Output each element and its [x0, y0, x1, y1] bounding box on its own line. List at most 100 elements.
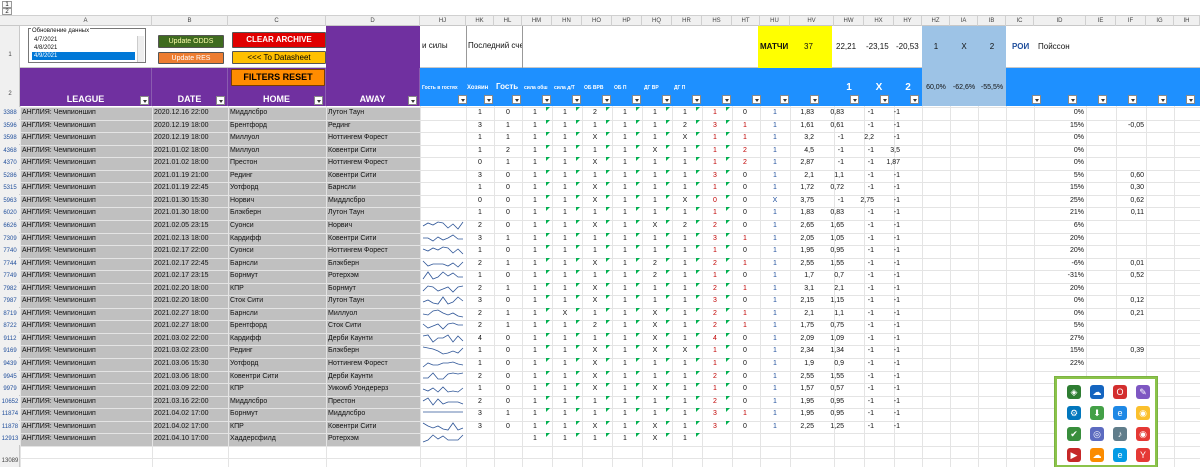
poisson-cell[interactable]: 0,11 — [1116, 207, 1146, 219]
chrome-icon[interactable]: ◉ — [1136, 406, 1150, 420]
away-goals-cell[interactable]: 1 — [494, 157, 522, 169]
result-2-cell[interactable]: -1 — [876, 408, 902, 420]
stat-cell[interactable]: 1 — [582, 207, 608, 219]
stat-cell[interactable]: 1 — [702, 132, 728, 144]
column-filter-button[interactable] — [1128, 95, 1137, 104]
roi-cell[interactable]: -31% — [1034, 270, 1086, 282]
stat-cell[interactable]: 1 — [612, 107, 638, 119]
roi-cell[interactable]: 27% — [1034, 333, 1086, 345]
home-team-cell[interactable]: Ковентри Сити — [230, 371, 326, 383]
stat-cell[interactable]: 1 — [732, 132, 758, 144]
date-cell[interactable]: 2021.04.02 17:00 — [154, 408, 228, 420]
pick-cell[interactable]: 1 — [760, 157, 790, 169]
roi-cell[interactable]: 0% — [1034, 308, 1086, 320]
roi-cell[interactable]: 5% — [1034, 170, 1086, 182]
odd-cell[interactable]: 2,1 — [790, 308, 816, 320]
stat-cell[interactable]: 1 — [552, 195, 578, 207]
column-header-hm[interactable]: HM — [522, 16, 552, 26]
league-cell[interactable]: АНГЛИЯ: Чемпионшип — [22, 157, 152, 169]
column-header-ib[interactable]: IB — [978, 16, 1006, 26]
date-cell[interactable]: 2021.02.13 18:00 — [154, 233, 228, 245]
league-cell[interactable]: АНГЛИЯ: Чемпионшип — [22, 320, 152, 332]
column-filter-button[interactable] — [1158, 95, 1167, 104]
table-row[interactable]: 9979 АНГЛИЯ: Чемпионшип 2021.03.09 22:00 КП… — [0, 383, 1200, 396]
away-goals-cell[interactable]: 0 — [494, 107, 522, 119]
league-cell[interactable]: АНГЛИЯ: Чемпионшип — [22, 170, 152, 182]
column-filter-button[interactable] — [632, 95, 641, 104]
stat-cell[interactable]: X — [642, 433, 668, 445]
odd-cell[interactable]: 4,5 — [790, 145, 816, 157]
table-row[interactable]: 9169 АНГЛИЯ: Чемпионшип 2021.03.02 23:00 Ре… — [0, 345, 1200, 358]
update-list-item-selected[interactable]: 4/9/2021 — [32, 52, 135, 60]
stat-cell[interactable]: X — [642, 345, 668, 357]
column-filter-button[interactable] — [910, 95, 919, 104]
away-goals-cell[interactable]: 0 — [494, 421, 522, 433]
stat-cell[interactable]: 0 — [732, 220, 758, 232]
result-x-cell[interactable]: -1 — [846, 233, 876, 245]
stat-cell[interactable]: 1 — [612, 132, 638, 144]
away-team-cell[interactable]: Борнмут — [328, 283, 420, 295]
edge-icon[interactable]: e — [1113, 406, 1127, 420]
stat-cell[interactable]: 1 — [672, 333, 698, 345]
home-team-cell[interactable]: Миддлсбро — [230, 396, 326, 408]
stat-cell[interactable]: 0 — [732, 345, 758, 357]
home-goals-cell[interactable]: 3 — [466, 295, 494, 307]
table-row[interactable]: 7982 АНГЛИЯ: Чемпионшип 2021.02.20 18:00 КП… — [0, 282, 1200, 296]
group-level-1-button[interactable]: 1 — [2, 1, 12, 8]
result-1-cell[interactable]: 1,15 — [816, 295, 846, 307]
stat-cell[interactable]: 1 — [642, 170, 668, 182]
table-row[interactable]: 5286 АНГЛИЯ: Чемпионшип 2021.01.19 21:00 Ре… — [0, 169, 1200, 183]
away-goals-cell[interactable]: 0 — [494, 170, 522, 182]
stat-cell[interactable]: 1 — [612, 120, 638, 132]
stat-cell[interactable]: 1 — [552, 120, 578, 132]
column-filter-button[interactable] — [850, 95, 859, 104]
update-date-listbox[interactable]: Обновление данных 4/7/2021 4/8/2021 4/9/… — [28, 28, 146, 63]
pick-cell[interactable]: 1 — [760, 345, 790, 357]
column-filter-button[interactable] — [458, 95, 467, 104]
roi-cell[interactable]: 0% — [1034, 295, 1086, 307]
column-header-hk[interactable]: HK — [466, 16, 494, 26]
edge-2-icon[interactable]: e — [1113, 448, 1127, 462]
odd-cell[interactable]: 1,95 — [790, 408, 816, 420]
result-1-cell[interactable]: 0,7 — [816, 270, 846, 282]
home-goals-cell[interactable]: 2 — [466, 258, 494, 270]
date-cell[interactable]: 2021.02.17 22:00 — [154, 245, 228, 257]
update-res-button[interactable]: Update RES — [158, 52, 224, 64]
stat-cell[interactable]: 0 — [732, 270, 758, 282]
date-cell[interactable]: 2021.02.20 18:00 — [154, 295, 228, 307]
result-x-cell[interactable]: -1 — [846, 107, 876, 119]
table-row[interactable]: 10652 АНГЛИЯ: Чемпионшип 2021.03.16 22:00 М… — [0, 395, 1200, 409]
table-row[interactable]: 3388 АНГЛИЯ: Чемпионшип 2020.12.16 22:00 Ми… — [0, 107, 1200, 120]
league-cell[interactable]: АНГЛИЯ: Чемпионшип — [22, 308, 152, 320]
away-goals-cell[interactable]: 1 — [494, 233, 522, 245]
stat-cell[interactable]: 1 — [522, 371, 548, 383]
result-x-cell[interactable]: -1 — [846, 120, 876, 132]
filters-reset-button[interactable]: FILTERS RESET — [231, 69, 325, 86]
stat-cell[interactable]: 1 — [582, 245, 608, 257]
stat-cell[interactable]: 1 — [702, 358, 728, 370]
stat-cell[interactable]: 1 — [612, 396, 638, 408]
column-header-hv[interactable]: HV — [790, 16, 834, 26]
odd-cell[interactable]: 2,55 — [790, 371, 816, 383]
result-2-cell[interactable]: -1 — [876, 396, 902, 408]
stat-cell[interactable]: 1 — [552, 182, 578, 194]
result-x-cell[interactable]: -1 — [846, 333, 876, 345]
group-level-2-button[interactable]: 2 — [2, 8, 12, 15]
stat-cell[interactable]: 1 — [582, 170, 608, 182]
league-cell[interactable]: АНГЛИЯ: Чемпионшип — [22, 421, 152, 433]
stat-cell[interactable]: X — [582, 220, 608, 232]
stat-cell[interactable]: 1 — [642, 233, 668, 245]
stat-cell[interactable]: 1 — [522, 120, 548, 132]
stat-cell[interactable]: 2 — [582, 107, 608, 119]
date-cell[interactable]: 2021.03.02 23:00 — [154, 345, 228, 357]
stat-cell[interactable]: 2 — [702, 258, 728, 270]
stat-cell[interactable]: 1 — [672, 157, 698, 169]
stat-cell[interactable]: X — [582, 383, 608, 395]
stat-cell[interactable]: X — [642, 383, 668, 395]
away-team-cell[interactable]: Миллуол — [328, 308, 420, 320]
home-goals-cell[interactable]: 1 — [466, 182, 494, 194]
date-cell[interactable]: 2021.01.02 18:00 — [154, 157, 228, 169]
column-header-c[interactable]: C — [228, 16, 326, 26]
stat-cell[interactable]: 2 — [732, 145, 758, 157]
league-cell[interactable]: АНГЛИЯ: Чемпионшип — [22, 258, 152, 270]
